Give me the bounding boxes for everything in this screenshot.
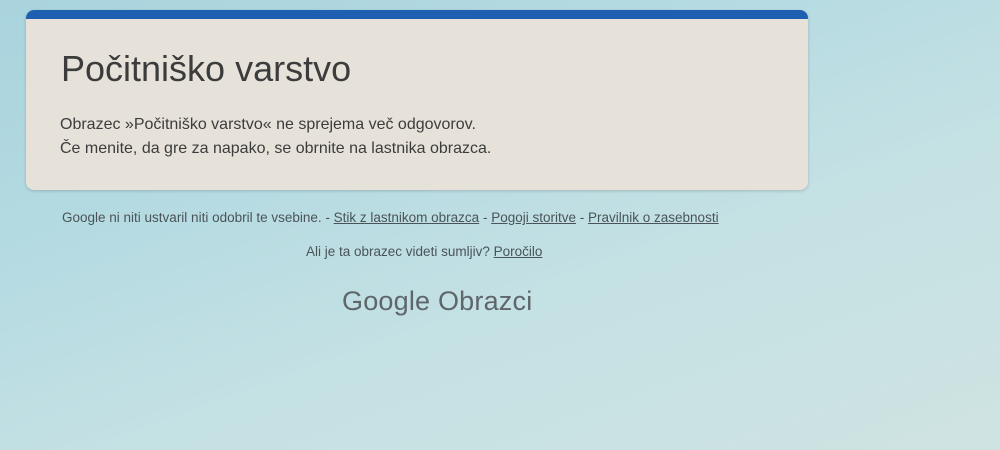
google-forms-logo[interactable]: Google Obrazci xyxy=(342,286,532,317)
form-closed-card: Počitniško varstvo Obrazec »Počitniško v… xyxy=(26,10,808,190)
terms-link[interactable]: Pogoji storitve xyxy=(491,210,576,225)
closed-message: Obrazec »Počitniško varstvo« ne sprejema… xyxy=(60,116,476,133)
report-link[interactable]: Poročilo xyxy=(494,244,543,259)
report-question: Ali je ta obrazec videti sumljiv? xyxy=(306,244,490,259)
disclaimer-text: Google ni niti ustvaril niti odobril te … xyxy=(62,210,322,225)
separator: - xyxy=(479,210,492,225)
form-title: Počitniško varstvo xyxy=(61,48,352,89)
card-accent-bar xyxy=(26,10,808,19)
contact-owner-link[interactable]: Stik z lastnikom obrazca xyxy=(334,210,480,225)
separator: - xyxy=(321,210,334,225)
page: Počitniško varstvo Obrazec »Počitniško v… xyxy=(0,0,1000,450)
separator: - xyxy=(576,210,588,225)
privacy-link[interactable]: Pravilnik o zasebnosti xyxy=(588,210,719,225)
closed-hint: Če menite, da gre za napako, se obrnite … xyxy=(60,140,492,157)
footer-disclaimer-line: Google ni niti ustvaril niti odobril te … xyxy=(62,210,719,225)
report-line: Ali je ta obrazec videti sumljiv? Poroči… xyxy=(306,244,542,259)
